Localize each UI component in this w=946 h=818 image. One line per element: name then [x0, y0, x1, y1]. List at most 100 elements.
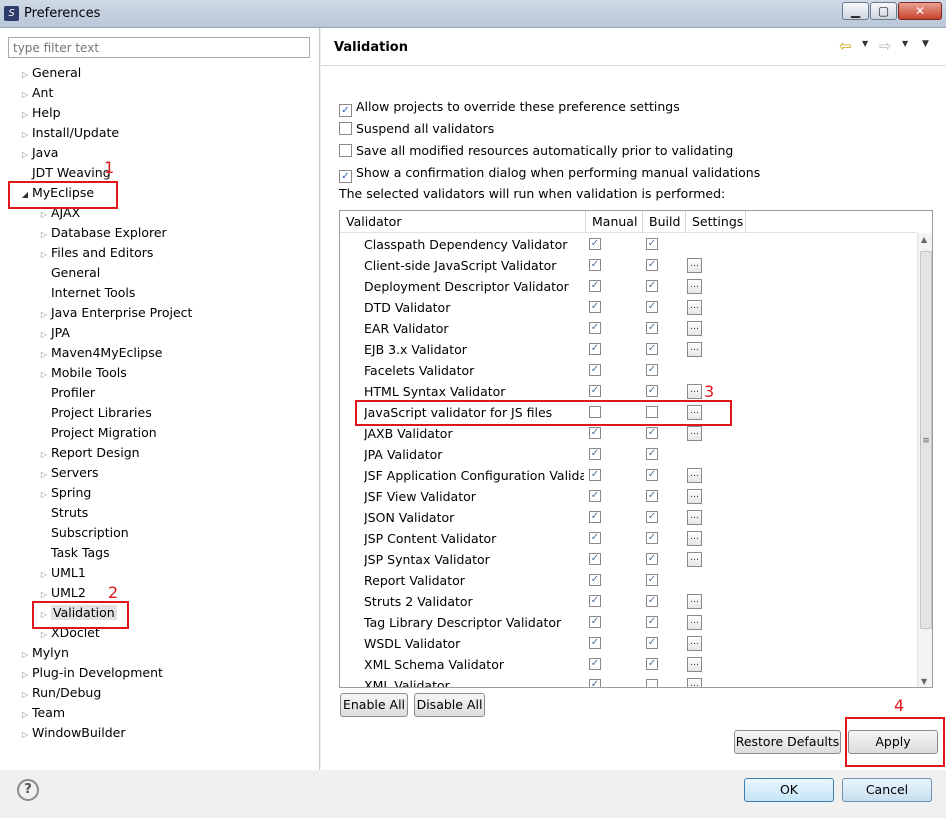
option-checkbox[interactable]: ✓ [339, 104, 352, 117]
manual-checkbox[interactable]: ✓ [589, 448, 601, 460]
build-checkbox[interactable] [646, 679, 658, 687]
manual-checkbox[interactable]: ✓ [589, 511, 601, 523]
manual-checkbox[interactable]: ✓ [589, 679, 601, 687]
expand-arrow-icon[interactable]: ▷ [37, 305, 51, 325]
table-row[interactable]: Facelets Validator ✓ ✓ [340, 360, 917, 381]
build-checkbox[interactable]: ✓ [646, 343, 658, 355]
tree-item-files-and-editors[interactable]: ▷ Files and Editors [37, 243, 153, 263]
maximize-button[interactable]: ▢ [870, 2, 897, 20]
expand-arrow-icon[interactable]: ▷ [18, 125, 32, 145]
expand-arrow-icon[interactable]: ▷ [18, 685, 32, 705]
view-menu-icon[interactable]: ▼ [922, 39, 929, 49]
table-row[interactable]: XML Validator ✓… [340, 675, 917, 687]
tree-item-profiler[interactable]: Profiler [37, 383, 95, 403]
tree-item-report-design[interactable]: ▷ Report Design [37, 443, 140, 463]
settings-button[interactable]: … [687, 342, 702, 357]
build-checkbox[interactable]: ✓ [646, 574, 658, 586]
table-row[interactable]: EAR Validator ✓ ✓… [340, 318, 917, 339]
manual-checkbox[interactable]: ✓ [589, 427, 601, 439]
build-checkbox[interactable]: ✓ [646, 301, 658, 313]
tree-item-database-explorer[interactable]: ▷ Database Explorer [37, 223, 167, 243]
settings-button[interactable]: … [687, 552, 702, 567]
build-checkbox[interactable]: ✓ [646, 532, 658, 544]
tree-item-run-debug[interactable]: ▷ Run/Debug [18, 683, 101, 703]
table-row[interactable]: JSON Validator ✓ ✓… [340, 507, 917, 528]
build-checkbox[interactable]: ✓ [646, 469, 658, 481]
settings-button[interactable]: … [687, 636, 702, 651]
settings-button[interactable]: … [687, 531, 702, 546]
expand-arrow-icon[interactable]: ▷ [37, 225, 51, 245]
expand-arrow-icon[interactable]: ▷ [18, 145, 32, 165]
tree-item-plug-in-development[interactable]: ▷ Plug-in Development [18, 663, 163, 683]
table-row[interactable]: Report Validator ✓ ✓ [340, 570, 917, 591]
table-row[interactable]: WSDL Validator ✓ ✓… [340, 633, 917, 654]
disable-all-button[interactable]: Disable All [414, 693, 485, 717]
build-checkbox[interactable]: ✓ [646, 259, 658, 271]
manual-checkbox[interactable]: ✓ [589, 616, 601, 628]
manual-checkbox[interactable]: ✓ [589, 532, 601, 544]
close-button[interactable]: ✕ [898, 2, 942, 20]
manual-checkbox[interactable]: ✓ [589, 238, 601, 250]
table-row[interactable]: JSP Content Validator ✓ ✓… [340, 528, 917, 549]
build-checkbox[interactable]: ✓ [646, 637, 658, 649]
table-row[interactable]: DTD Validator ✓ ✓… [340, 297, 917, 318]
table-row[interactable]: JSF Application Configuration Valida... ✓… [340, 465, 917, 486]
settings-button[interactable]: … [687, 321, 702, 336]
forward-arrow-icon[interactable]: ⇨ [879, 37, 892, 55]
settings-button[interactable]: … [687, 279, 702, 294]
tree-item-maven4myeclipse[interactable]: ▷ Maven4MyEclipse [37, 343, 163, 363]
option-checkbox[interactable] [339, 122, 352, 135]
build-checkbox[interactable]: ✓ [646, 322, 658, 334]
tree-item-java[interactable]: ▷ Java [18, 143, 58, 163]
table-row[interactable]: JSF View Validator ✓ ✓… [340, 486, 917, 507]
manual-checkbox[interactable]: ✓ [589, 469, 601, 481]
tree-item-general[interactable]: General [37, 263, 100, 283]
settings-button[interactable]: … [687, 384, 702, 399]
table-row[interactable]: HTML Syntax Validator ✓ ✓… [340, 381, 917, 402]
settings-button[interactable]: … [687, 300, 702, 315]
build-checkbox[interactable]: ✓ [646, 490, 658, 502]
expand-arrow-icon[interactable]: ▷ [18, 665, 32, 685]
forward-dropdown-icon[interactable]: ▼ [902, 39, 908, 48]
manual-checkbox[interactable]: ✓ [589, 280, 601, 292]
table-scrollbar[interactable]: ▲ ≡ ▼ [917, 233, 932, 687]
expand-arrow-icon[interactable]: ▷ [18, 105, 32, 125]
expand-arrow-icon[interactable]: ▷ [18, 705, 32, 725]
build-checkbox[interactable]: ✓ [646, 658, 658, 670]
table-row[interactable]: XML Schema Validator ✓ ✓… [340, 654, 917, 675]
table-row[interactable]: Tag Library Descriptor Validator ✓ ✓… [340, 612, 917, 633]
tree-item-servers[interactable]: ▷ Servers [37, 463, 99, 483]
tree-item-project-migration[interactable]: Project Migration [37, 423, 157, 443]
table-row[interactable]: Classpath Dependency Validator ✓ ✓ [340, 234, 917, 255]
build-checkbox[interactable]: ✓ [646, 280, 658, 292]
manual-checkbox[interactable]: ✓ [589, 574, 601, 586]
table-row[interactable]: JPA Validator ✓ ✓ [340, 444, 917, 465]
build-checkbox[interactable]: ✓ [646, 364, 658, 376]
cancel-button[interactable]: Cancel [842, 778, 932, 802]
tree-item-help[interactable]: ▷ Help [18, 103, 61, 123]
manual-checkbox[interactable]: ✓ [589, 553, 601, 565]
build-checkbox[interactable]: ✓ [646, 385, 658, 397]
table-row[interactable]: Deployment Descriptor Validator ✓ ✓… [340, 276, 917, 297]
settings-button[interactable]: … [687, 615, 702, 630]
build-checkbox[interactable]: ✓ [646, 616, 658, 628]
tree-item-jpa[interactable]: ▷ JPA [37, 323, 70, 343]
settings-button[interactable]: … [687, 657, 702, 672]
manual-checkbox[interactable]: ✓ [589, 637, 601, 649]
tree-item-java-enterprise-project[interactable]: ▷ Java Enterprise Project [37, 303, 193, 325]
table-row[interactable]: JAXB Validator ✓ ✓… [340, 423, 917, 444]
restore-defaults-button[interactable]: Restore Defaults [734, 730, 841, 754]
ok-button[interactable]: OK [744, 778, 834, 802]
manual-checkbox[interactable]: ✓ [589, 301, 601, 313]
expand-arrow-icon[interactable]: ▷ [37, 325, 51, 345]
build-checkbox[interactable]: ✓ [646, 427, 658, 439]
tree-item-team[interactable]: ▷ Team [18, 703, 65, 723]
option-checkbox[interactable] [339, 144, 352, 157]
settings-button[interactable]: … [687, 678, 702, 687]
manual-checkbox[interactable]: ✓ [589, 658, 601, 670]
option-checkbox[interactable]: ✓ [339, 170, 352, 183]
header-build[interactable]: Build [643, 211, 686, 233]
build-checkbox[interactable]: ✓ [646, 511, 658, 523]
scroll-up-icon[interactable]: ▲ [921, 235, 927, 244]
manual-checkbox[interactable]: ✓ [589, 490, 601, 502]
